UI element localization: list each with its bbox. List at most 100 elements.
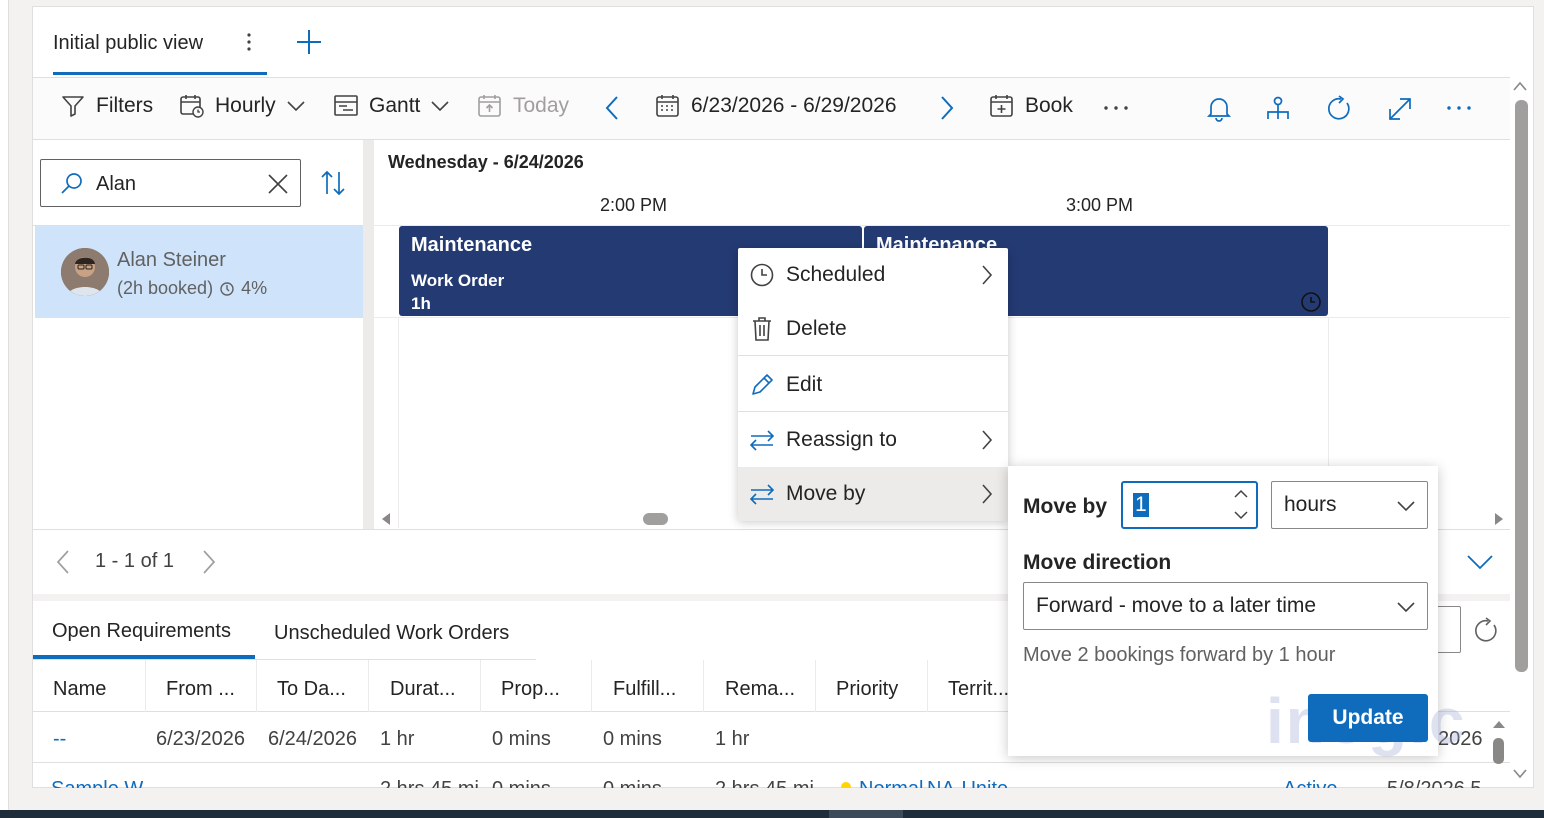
table-row-partial[interactable]: Sample W... 2 hrs 45 mi... 0 mins 0 mins… <box>33 764 1510 788</box>
menu-item-scheduled[interactable]: Scheduled <box>738 248 1008 302</box>
gantt-label: Gantt <box>369 94 421 117</box>
collapse-panel-icon[interactable] <box>1466 553 1494 571</box>
avatar <box>61 248 109 296</box>
booked-hours: (2h booked) <box>117 278 214 298</box>
book-button[interactable]: Book <box>989 93 1073 119</box>
previous-week-icon[interactable] <box>600 94 624 122</box>
inner-scroll-thumb[interactable] <box>1493 738 1504 764</box>
row-remaining: 1 hr <box>715 728 750 750</box>
view-tab-underline <box>53 72 267 75</box>
column-divider <box>480 660 481 712</box>
row-duration: 2 hrs 45 mi... <box>380 778 496 788</box>
increment-icon[interactable] <box>1233 488 1249 500</box>
resource-hierarchy-icon[interactable] <box>1265 95 1291 123</box>
chevron-down-icon <box>286 99 306 113</box>
filters-button[interactable]: Filters <box>60 93 153 119</box>
menu-item-label: Delete <box>786 317 847 340</box>
column-divider <box>927 660 928 712</box>
move-direction-select[interactable]: Forward - move to a later time <box>1023 582 1428 630</box>
calendar-icon <box>655 93 681 119</box>
date-range-picker[interactable]: 6/23/2026 - 6/29/2026 <box>655 93 897 119</box>
refresh-requirements-icon[interactable] <box>1472 617 1500 645</box>
refresh-icon[interactable] <box>1325 95 1353 123</box>
row-territory[interactable]: NA-Unite... <box>927 778 1025 788</box>
chevron-right-icon <box>980 264 994 286</box>
scroll-up-icon[interactable] <box>1512 80 1528 92</box>
pager-previous-icon[interactable] <box>53 549 73 575</box>
tab-open-requirements[interactable]: Open Requirements <box>52 620 231 643</box>
board-more-icon[interactable] <box>1444 96 1474 120</box>
view-tab-more-icon[interactable] <box>240 30 258 54</box>
book-label: Book <box>1025 94 1073 117</box>
sort-icon[interactable] <box>319 169 347 197</box>
row-priority[interactable]: Normal <box>859 778 923 788</box>
move-by-amount-stepper[interactable]: 1 <box>1121 481 1258 529</box>
inner-scroll-up-icon[interactable] <box>1491 718 1507 730</box>
vertical-scroll-thumb[interactable] <box>1515 100 1528 672</box>
row-remaining: 2 hrs 45 mi... <box>715 778 831 788</box>
filters-label: Filters <box>96 94 154 117</box>
resource-search-box[interactable]: Alan <box>40 159 301 207</box>
scroll-right-icon[interactable] <box>1493 512 1505 526</box>
column-header-territory[interactable]: Territ... <box>948 678 1009 701</box>
add-view-icon[interactable] <box>295 28 323 56</box>
column-divider <box>256 660 257 712</box>
column-header-to-date[interactable]: To Da... <box>277 678 346 701</box>
column-header-priority[interactable]: Priority <box>836 678 898 701</box>
taskbar <box>0 810 1544 818</box>
decrement-icon[interactable] <box>1233 509 1249 521</box>
hourly-label: Hourly <box>215 94 276 117</box>
expand-icon[interactable] <box>1386 95 1414 123</box>
menu-item-delete[interactable]: Delete <box>738 302 1008 356</box>
hourly-dropdown[interactable]: Hourly <box>179 93 306 119</box>
row-status[interactable]: Active <box>1283 778 1337 788</box>
tab-unscheduled-work-orders[interactable]: Unscheduled Work Orders <box>274 622 509 645</box>
column-header-duration[interactable]: Durat... <box>390 678 456 701</box>
pager-next-icon[interactable] <box>199 549 219 575</box>
resource-row-alan-steiner[interactable]: Alan Steiner (2h booked) 4% <box>35 226 363 318</box>
row-fulfilled: 0 mins <box>603 728 662 750</box>
column-header-remaining[interactable]: Rema... <box>725 678 795 701</box>
pane-splitter[interactable] <box>363 140 374 530</box>
booking-title: Maintenance <box>411 234 533 256</box>
move-by-amount-input[interactable]: 1 <box>1133 493 1149 517</box>
gantt-dropdown[interactable]: Gantt <box>333 93 450 119</box>
bell-icon[interactable] <box>1206 95 1232 123</box>
row-name-link[interactable]: -- <box>53 728 66 751</box>
column-header-from-date[interactable]: From ... <box>166 678 235 701</box>
next-week-icon[interactable] <box>935 94 959 122</box>
update-button[interactable]: Update <box>1308 694 1428 742</box>
row-proposed: 0 mins <box>492 728 551 750</box>
row-created-on: 5/8/2026 5... <box>1387 778 1498 788</box>
menu-item-reassign-to[interactable]: Reassign to <box>738 413 1008 467</box>
taskbar-active-item[interactable] <box>829 810 903 818</box>
horizontal-scroll-thumb[interactable] <box>643 513 668 525</box>
scroll-left-icon[interactable] <box>380 512 392 526</box>
column-divider <box>368 660 369 712</box>
today-button[interactable]: Today <box>477 93 569 119</box>
clear-search-icon[interactable] <box>267 173 289 195</box>
booking-context-menu: Scheduled Delete Edit Reassign to Move b… <box>738 248 1008 521</box>
scroll-down-icon[interactable] <box>1512 768 1528 780</box>
chevron-down-icon <box>1396 499 1416 513</box>
view-tab-title[interactable]: Initial public view <box>53 32 203 55</box>
row-fulfilled: 0 mins <box>603 778 662 788</box>
column-header-fulfilled[interactable]: Fulfill... <box>613 678 676 701</box>
menu-item-edit[interactable]: Edit <box>738 358 1008 412</box>
move-direction-label: Move direction <box>1023 551 1172 574</box>
search-input[interactable]: Alan <box>96 173 136 196</box>
menu-item-label: Reassign to <box>786 428 897 451</box>
pager-text: 1 - 1 of 1 <box>95 550 174 572</box>
chevron-down-icon <box>430 99 450 113</box>
menu-item-label: Move by <box>786 482 866 505</box>
column-header-proposed[interactable]: Prop... <box>501 678 560 701</box>
gantt-icon <box>333 93 359 119</box>
chevron-right-icon <box>980 483 994 505</box>
move-by-unit-select[interactable]: hours <box>1271 481 1428 529</box>
menu-item-move-by[interactable]: Move by <box>738 467 1008 521</box>
toolbar-more-icon[interactable] <box>1101 96 1131 120</box>
calendar-clock-icon <box>179 93 205 119</box>
column-header-name[interactable]: Name <box>53 678 106 701</box>
clock-icon <box>738 262 786 288</box>
row-name-link[interactable]: Sample W... <box>51 778 159 788</box>
